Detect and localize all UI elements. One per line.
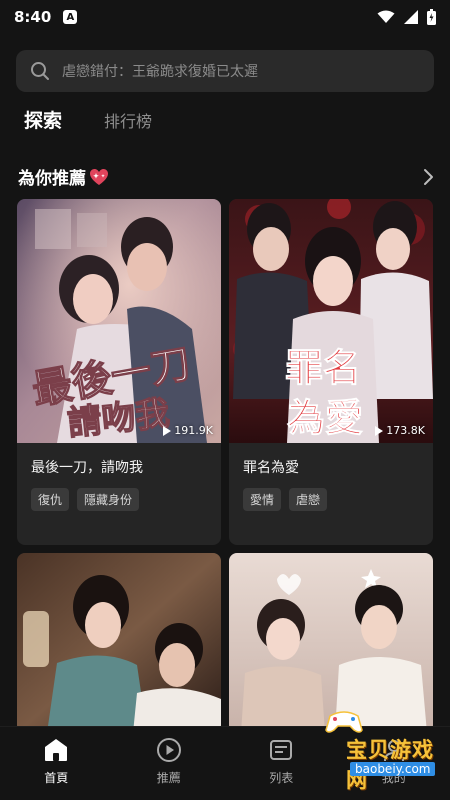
drama-card[interactable] xyxy=(17,553,221,733)
svg-text:罪名: 罪名 xyxy=(285,345,361,390)
tag[interactable]: 復仇 xyxy=(31,488,70,511)
play-icon xyxy=(375,425,384,436)
gamepad-icon xyxy=(325,711,363,733)
list-icon xyxy=(270,740,293,760)
play-circle-icon xyxy=(156,738,181,762)
section-header: 為你推薦 xyxy=(18,164,434,189)
search-bar[interactable]: 虐戀錯付：王爺跪求復婚已太遲 xyxy=(16,50,434,92)
tab-explore[interactable]: 探索 xyxy=(24,106,62,133)
sparkle-heart-icon xyxy=(90,168,108,185)
play-icon xyxy=(163,425,172,436)
nav-list-label: 列表 xyxy=(269,771,294,785)
status-bar: 8:40 A xyxy=(0,0,450,34)
drama-poster[interactable] xyxy=(17,553,221,733)
watermark: 宝贝游戏网 baobeiy.com xyxy=(322,706,450,792)
tag-list: 復仇 隱藏身份 xyxy=(17,488,221,511)
poster-image: 罪名 為愛 xyxy=(229,199,433,443)
drama-card[interactable]: 最後一刀 請吻我 191.9K 最後一刀，請吻我 復仇 隱藏身份 xyxy=(17,199,221,545)
section-title: 為你推薦 xyxy=(18,169,86,189)
signal-icon xyxy=(404,10,418,24)
watermark-url: baobeiy.com xyxy=(350,762,436,776)
drama-poster[interactable]: 罪名 為愛 173.8K xyxy=(229,199,433,443)
poster-image xyxy=(17,553,221,733)
search-icon xyxy=(31,62,49,80)
wifi-icon xyxy=(377,10,395,23)
chevron-right-icon[interactable] xyxy=(422,168,434,186)
tag[interactable]: 愛情 xyxy=(243,488,282,511)
search-placeholder: 虐戀錯付：王爺跪求復婚已太遲 xyxy=(62,64,258,80)
nav-recommend-label: 推薦 xyxy=(156,771,181,785)
view-count-text: 173.8K xyxy=(386,424,425,437)
view-count: 173.8K xyxy=(374,424,425,437)
battery-icon xyxy=(427,9,436,25)
tag-list: 愛情 虐戀 xyxy=(229,488,433,511)
status-time: 8:40 xyxy=(14,8,52,26)
drama-poster[interactable]: 最後一刀 請吻我 191.9K xyxy=(17,199,221,445)
status-icons xyxy=(377,9,436,25)
tag[interactable]: 虐戀 xyxy=(289,488,328,511)
view-count: 191.9K xyxy=(162,424,213,437)
view-count-text: 191.9K xyxy=(174,424,213,437)
notification-icon: A xyxy=(63,10,78,24)
svg-text:為愛: 為愛 xyxy=(287,395,363,440)
drama-title: 最後一刀，請吻我 xyxy=(31,460,143,476)
drama-card[interactable]: 罪名 為愛 173.8K 罪名為愛 愛情 虐戀 xyxy=(229,199,433,545)
nav-recommend[interactable]: 推薦 xyxy=(113,727,226,800)
home-icon xyxy=(45,739,68,761)
tag[interactable]: 隱藏身份 xyxy=(77,488,140,511)
tab-bar: 探索 排行榜 xyxy=(24,106,152,133)
nav-list[interactable]: 列表 xyxy=(225,727,338,800)
poster-image: 最後一刀 請吻我 xyxy=(17,199,221,445)
nav-home[interactable]: 首頁 xyxy=(0,727,113,800)
tab-ranking[interactable]: 排行榜 xyxy=(104,108,152,133)
drama-title: 罪名為愛 xyxy=(243,460,299,476)
nav-home-label: 首頁 xyxy=(44,771,69,785)
